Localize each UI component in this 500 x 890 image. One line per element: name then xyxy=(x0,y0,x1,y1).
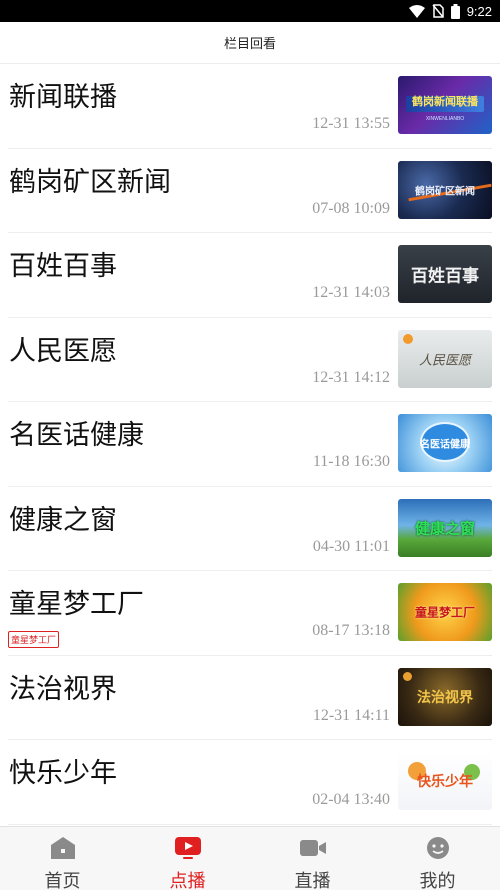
program-time: 07-08 10:09 xyxy=(312,199,390,217)
thumbnail-text: 人民医愿 xyxy=(418,353,471,368)
thumbnail-text: 鹤岗新闻联播 xyxy=(412,95,478,108)
program-time: 02-04 13:40 xyxy=(312,791,390,808)
no-sim-icon xyxy=(432,4,444,18)
program-title: 鹤岗矿区新闻 xyxy=(9,166,171,198)
program-thumbnail[interactable]: 名医话健康 xyxy=(398,414,492,472)
program-thumbnail[interactable]: 鹤岗新闻联播 XINWENLIANBO xyxy=(398,76,492,134)
user-face-icon xyxy=(426,837,449,859)
program-thumbnail[interactable]: 人民医愿 xyxy=(398,329,492,388)
status-bar: 9:22 xyxy=(0,0,500,22)
program-thumbnail[interactable]: 百姓百事 xyxy=(398,245,492,303)
program-item[interactable]: 百姓百事 12-31 14:03 百姓百事 xyxy=(0,233,500,318)
program-time: 12-31 13:55 xyxy=(312,115,390,132)
program-item[interactable]: 名医话健康 11-18 16:30 名医话健康 xyxy=(0,402,500,487)
program-thumbnail[interactable]: 快乐少年 xyxy=(398,752,492,810)
program-time: 04-30 11:01 xyxy=(312,537,390,555)
program-item[interactable]: 快乐少年 02-04 13:40 快乐少年 xyxy=(0,740,500,825)
program-item[interactable]: 新闻联播 12-31 13:55 鹤岗新闻联播 XINWENLIANBO xyxy=(0,64,500,149)
program-time: 08-17 13:18 xyxy=(312,622,390,639)
thumbnail-text: 名医话健康 xyxy=(420,439,470,451)
program-title: 童星梦工厂 xyxy=(9,589,144,620)
program-thumbnail[interactable]: 法治视界 xyxy=(398,667,492,726)
program-item[interactable]: 健康之窗 04-30 11:01 健康之窗 xyxy=(0,487,500,572)
program-thumbnail[interactable]: 鹤岗矿区新闻 xyxy=(398,160,492,219)
header: 栏目回看 xyxy=(0,22,500,64)
status-icons: 9:22 xyxy=(408,3,492,19)
thumbnail-text: 童星梦工厂 xyxy=(414,605,475,620)
thumbnail-text: 法治视界 xyxy=(417,689,473,706)
program-time: 12-31 14:03 xyxy=(312,284,390,301)
tab-live[interactable]: 直播 xyxy=(250,827,375,890)
program-title: 名医话健康 xyxy=(9,420,144,451)
tab-label: 我的 xyxy=(419,871,456,890)
bottom-tab-bar: 首页 点播 直播 我的 xyxy=(0,826,500,890)
program-item[interactable]: 人民医愿 12-31 14:12 人民医愿 xyxy=(0,318,500,403)
status-time: 9:22 xyxy=(466,3,492,19)
home-icon xyxy=(50,837,75,859)
play-icon xyxy=(174,837,201,859)
program-list: 新闻联播 12-31 13:55 鹤岗新闻联播 XINWENLIANBO 鹤岗矿… xyxy=(0,64,500,825)
tab-label: 点播 xyxy=(169,871,206,890)
program-time: 12-31 14:11 xyxy=(312,706,390,724)
program-title: 人民医愿 xyxy=(9,335,117,367)
program-item[interactable]: 童星梦工厂 童星梦工厂 08-17 13:18 童星梦工厂 xyxy=(0,571,500,656)
tab-home[interactable]: 首页 xyxy=(0,827,125,890)
thumbnail-text: 百姓百事 xyxy=(411,266,479,287)
program-title: 新闻联播 xyxy=(9,82,117,113)
program-time: 11-18 16:30 xyxy=(312,453,390,470)
tab-label: 首页 xyxy=(44,871,81,890)
program-thumbnail[interactable]: 童星梦工厂 xyxy=(398,583,492,641)
thumbnail-subtext: XINWENLIANBO xyxy=(425,116,465,122)
tab-vod[interactable]: 点播 xyxy=(125,827,250,890)
program-title: 法治视界 xyxy=(9,673,117,705)
program-item[interactable]: 鹤岗矿区新闻 07-08 10:09 鹤岗矿区新闻 xyxy=(0,149,500,234)
thumbnail-text: 快乐少年 xyxy=(417,774,473,790)
program-item[interactable]: 法治视界 12-31 14:11 法治视界 xyxy=(0,656,500,741)
program-title: 快乐少年 xyxy=(9,758,117,789)
thumbnail-text: 鹤岗矿区新闻 xyxy=(415,186,475,197)
program-thumbnail[interactable]: 健康之窗 xyxy=(398,498,492,557)
video-camera-icon xyxy=(299,840,326,856)
battery-icon xyxy=(450,3,460,19)
program-time: 12-31 14:12 xyxy=(312,368,390,386)
page-title: 栏目回看 xyxy=(223,37,276,52)
tab-mine[interactable]: 我的 xyxy=(375,827,500,890)
wifi-icon xyxy=(408,4,425,18)
tab-label: 直播 xyxy=(294,871,331,890)
program-title: 健康之窗 xyxy=(9,504,117,536)
category-badge: 童星梦工厂 xyxy=(8,631,60,648)
program-title: 百姓百事 xyxy=(9,251,117,282)
thumbnail-text: 健康之窗 xyxy=(414,519,475,537)
